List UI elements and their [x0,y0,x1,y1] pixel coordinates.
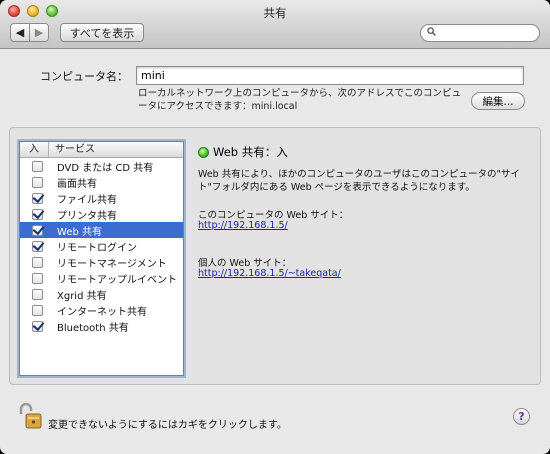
computer-address-description: ローカルネットワーク上のコンピュータから、次のアドレスでこのコンピュータにアクセ… [138,88,462,112]
list-header: 入 サービス [20,142,183,158]
service-checkbox[interactable] [32,240,43,252]
service-label: 画面共有 [57,178,97,190]
service-checkbox[interactable] [32,272,43,284]
edit-button[interactable]: 編集... [471,92,525,110]
service-row[interactable]: リモートマネージメント [20,254,183,270]
forward-arrow-icon: ▶ [34,26,44,39]
service-label: プリンタ共有 [57,210,117,222]
service-row[interactable]: インターネット共有 [20,302,183,318]
computer-site-link[interactable]: http://192.168.1.5/ [198,220,288,231]
help-button[interactable]: ? [513,408,530,425]
status-title: Web 共有：入 [213,145,288,159]
service-row[interactable]: DVD または CD 共有 [20,158,183,174]
service-checkbox[interactable] [32,256,43,268]
personal-site-link[interactable]: http://192.168.1.5/~takeqata/ [198,268,341,279]
service-row[interactable]: Bluetooth 共有 [20,318,183,334]
service-checkbox[interactable] [32,208,43,220]
search-icon [427,27,436,36]
service-row[interactable]: リモートログイン [20,238,183,254]
header-service[interactable]: サービス [49,142,95,157]
service-row[interactable]: Web 共有 [20,222,183,238]
service-label: Xgrid 共有 [57,290,107,302]
unlocked-padlock-icon[interactable] [17,402,43,430]
service-checkbox[interactable] [32,176,43,188]
service-row[interactable]: リモートアップルイベント [20,270,183,286]
service-label: インターネット共有 [57,306,147,318]
service-checkbox[interactable] [32,320,43,332]
window-title: 共有 [263,6,287,20]
service-checkbox[interactable] [32,304,43,316]
service-label: リモートログイン [57,242,137,254]
service-label: DVD または CD 共有 [57,162,154,174]
search-input[interactable] [439,26,535,40]
show-all-button[interactable]: すべてを表示 [60,23,144,42]
services-list[interactable]: 入 サービス DVD または CD 共有 画面共有ファイル共有 プリンタ共有 Web … [19,141,184,376]
service-row[interactable]: ファイル共有 [20,190,183,206]
service-row[interactable]: Xgrid 共有 [20,286,183,302]
service-checkbox[interactable] [32,160,43,172]
computer-name-label: コンピュータ名： [40,70,128,83]
service-row[interactable]: 画面共有 [20,174,183,190]
sharing-preferences-window: 共有 ◀ ▶ すべてを表示 コンピュータ名： mini ローカルネットワーク上の… [0,0,550,454]
service-checkbox[interactable] [32,224,43,236]
service-checkbox[interactable] [32,192,43,204]
back-arrow-icon: ◀ [15,26,25,39]
service-rows: DVD または CD 共有 画面共有ファイル共有 プリンタ共有 Web 共有リモートロ… [20,158,183,334]
service-label: Web 共有 [57,226,102,238]
forward-button[interactable]: ▶ [29,23,49,42]
service-label: Bluetooth 共有 [57,322,129,334]
service-label: リモートアップルイベント [57,274,177,286]
header-on[interactable]: 入 [20,142,49,157]
titlebar: 共有 ◀ ▶ すべてを表示 [0,0,550,49]
lock-hint-text: 変更できないようにするにはカギをクリックします。 [48,420,287,431]
service-row[interactable]: プリンタ共有 [20,206,183,222]
service-label: リモートマネージメント [57,258,167,270]
computer-site-label: このコンピュータの Web サイト： [198,210,349,221]
web-sharing-description: Web 共有により、ほかのコンピュータのユーザはこのコンピュータの"サイト"フォ… [198,169,520,193]
computer-name-field[interactable]: mini [136,66,524,85]
service-label: ファイル共有 [57,194,117,206]
status-indicator-icon [198,147,209,158]
personal-site-label: 個人の Web サイト： [198,258,292,269]
service-checkbox[interactable] [32,288,43,300]
back-button[interactable]: ◀ [10,23,30,42]
search-field[interactable] [420,24,540,42]
